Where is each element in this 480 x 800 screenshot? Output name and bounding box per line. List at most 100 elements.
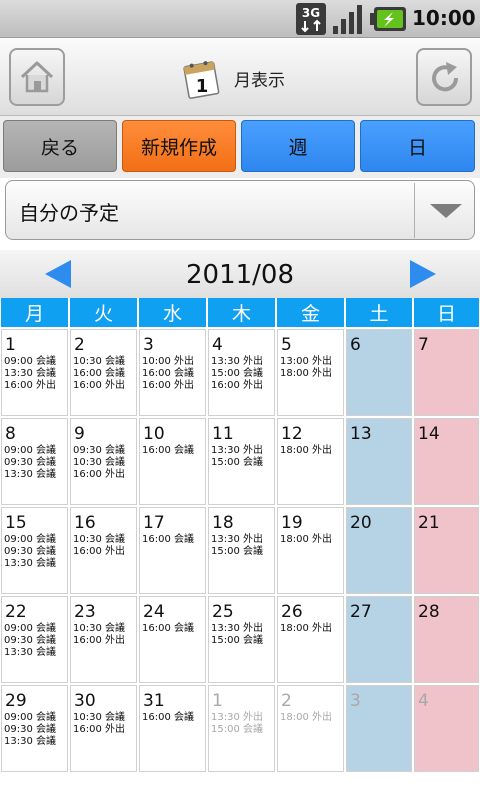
day-cell[interactable]: 5 13:00 外出 18:00 外出 [277,329,344,416]
day-cell[interactable]: 11 13:30 外出 15:00 会議 [208,418,275,505]
schedule-select-value: 自分の予定 [19,201,119,225]
event-item[interactable]: 15:00 会議 [211,724,263,736]
event-item[interactable]: 13:30 会議 [4,736,56,748]
event-item[interactable]: 13:30 会議 [4,647,56,659]
event-item[interactable]: 15:00 会議 [211,368,263,380]
event-item[interactable]: 16:00 外出 [73,469,125,481]
event-item[interactable]: 15:00 会議 [211,635,263,647]
event-item[interactable]: 16:00 外出 [73,635,125,647]
day-cell[interactable]: 17 16:00 会議 [139,507,206,594]
event-list: 13:30 外出 15:00 会議 [211,712,263,736]
event-item[interactable]: 13:30 外出 [211,356,263,368]
day-cell[interactable]: 29 09:00 会議 09:30 会議 13:30 会議 [1,685,68,772]
day-cell[interactable]: 31 16:00 会議 [139,685,206,772]
calendar-icon: 1 [183,61,220,99]
event-item[interactable]: 18:00 外出 [280,368,332,380]
event-item[interactable]: 09:30 会議 [4,546,56,558]
day-cell[interactable]: 3 [346,685,412,772]
event-list: 10:00 外出 16:00 会議 16:00 外出 [142,356,194,392]
day-cell[interactable]: 4 [414,685,479,772]
event-item[interactable]: 09:30 会議 [73,445,125,457]
day-cell[interactable]: 24 16:00 会議 [139,596,206,683]
event-item[interactable]: 13:30 会議 [4,368,56,380]
event-item[interactable]: 09:00 会議 [4,445,56,457]
event-item[interactable]: 09:00 会議 [4,534,56,546]
day-cell[interactable]: 2 18:00 外出 [277,685,344,772]
event-item[interactable]: 18:00 外出 [280,712,332,724]
day-cell[interactable]: 9 09:30 会議 10:30 会議 16:00 外出 [70,418,137,505]
event-item[interactable]: 18:00 外出 [280,445,332,457]
event-item[interactable]: 15:00 会議 [211,457,263,469]
schedule-select[interactable]: 自分の予定 [5,180,475,240]
event-item[interactable]: 09:30 会議 [4,635,56,647]
event-item[interactable]: 16:00 会議 [142,623,194,635]
event-item[interactable]: 16:00 外出 [4,380,56,392]
event-item[interactable]: 09:00 会議 [4,356,56,368]
event-item[interactable]: 10:30 会議 [73,356,125,368]
day-cell[interactable]: 27 [346,596,412,683]
day-cell[interactable]: 14 [414,418,479,505]
event-item[interactable]: 09:30 会議 [4,457,56,469]
day-cell[interactable]: 23 10:30 会議 16:00 外出 [70,596,137,683]
day-cell[interactable]: 4 13:30 外出 15:00 会議 16:00 外出 [208,329,275,416]
event-item[interactable]: 16:00 外出 [142,380,194,392]
event-item[interactable]: 18:00 外出 [280,623,332,635]
event-item[interactable]: 10:30 会議 [73,712,125,724]
day-cell[interactable]: 22 09:00 会議 09:30 会議 13:30 会議 [1,596,68,683]
event-item[interactable]: 10:00 外出 [142,356,194,368]
event-item[interactable]: 13:30 外出 [211,445,263,457]
next-month-icon[interactable] [410,260,436,288]
event-item[interactable]: 13:30 会議 [4,558,56,570]
week-view-button[interactable]: 週 [241,120,355,172]
day-cell[interactable]: 26 18:00 外出 [277,596,344,683]
event-item[interactable]: 18:00 外出 [280,534,332,546]
event-item[interactable]: 16:00 会議 [142,368,194,380]
day-cell[interactable]: 20 [346,507,412,594]
day-cell[interactable]: 13 [346,418,412,505]
day-cell[interactable]: 8 09:00 会議 09:30 会議 13:30 会議 [1,418,68,505]
day-cell[interactable]: 10 16:00 会議 [139,418,206,505]
event-item[interactable]: 09:00 会議 [4,712,56,724]
refresh-button[interactable] [416,48,472,106]
event-item[interactable]: 16:00 外出 [73,546,125,558]
day-cell[interactable]: 1 13:30 外出 15:00 会議 [208,685,275,772]
home-button[interactable] [9,48,65,106]
day-view-button[interactable]: 日 [360,120,475,172]
event-item[interactable]: 13:30 外出 [211,712,263,724]
day-cell[interactable]: 18 13:30 外出 15:00 会議 [208,507,275,594]
day-cell[interactable]: 19 18:00 外出 [277,507,344,594]
event-item[interactable]: 13:30 会議 [4,469,56,481]
event-item[interactable]: 10:30 会議 [73,534,125,546]
event-item[interactable]: 16:00 外出 [73,724,125,736]
new-button[interactable]: 新規作成 [122,120,236,172]
day-cell[interactable]: 7 [414,329,479,416]
day-cell[interactable]: 12 18:00 外出 [277,418,344,505]
event-item[interactable]: 13:30 外出 [211,534,263,546]
event-item[interactable]: 10:30 会議 [73,623,125,635]
day-cell[interactable]: 30 10:30 会議 16:00 外出 [70,685,137,772]
status-bar: 3G 10:00 [0,0,480,38]
day-cell[interactable]: 1 09:00 会議 13:30 会議 16:00 外出 [1,329,68,416]
day-cell[interactable]: 25 13:30 外出 15:00 会議 [208,596,275,683]
event-item[interactable]: 09:30 会議 [4,724,56,736]
day-cell[interactable]: 2 10:30 会議 16:00 会議 16:00 外出 [70,329,137,416]
event-item[interactable]: 16:00 会議 [73,368,125,380]
event-item[interactable]: 16:00 会議 [142,712,194,724]
event-item[interactable]: 13:30 外出 [211,623,263,635]
event-item[interactable]: 15:00 会議 [211,546,263,558]
back-button[interactable]: 戻る [3,120,117,172]
day-cell[interactable]: 16 10:30 会議 16:00 外出 [70,507,137,594]
event-item[interactable]: 13:00 外出 [280,356,332,368]
event-item[interactable]: 10:30 会議 [73,457,125,469]
day-number: 22 [5,602,27,622]
event-item[interactable]: 09:00 会議 [4,623,56,635]
day-cell[interactable]: 15 09:00 会議 09:30 会議 13:30 会議 [1,507,68,594]
event-item[interactable]: 16:00 会議 [142,445,194,457]
event-item[interactable]: 16:00 会議 [142,534,194,546]
day-cell[interactable]: 3 10:00 外出 16:00 会議 16:00 外出 [139,329,206,416]
event-item[interactable]: 16:00 外出 [73,380,125,392]
event-item[interactable]: 16:00 外出 [211,380,263,392]
day-cell[interactable]: 6 [346,329,412,416]
day-cell[interactable]: 21 [414,507,479,594]
day-cell[interactable]: 28 [414,596,479,683]
